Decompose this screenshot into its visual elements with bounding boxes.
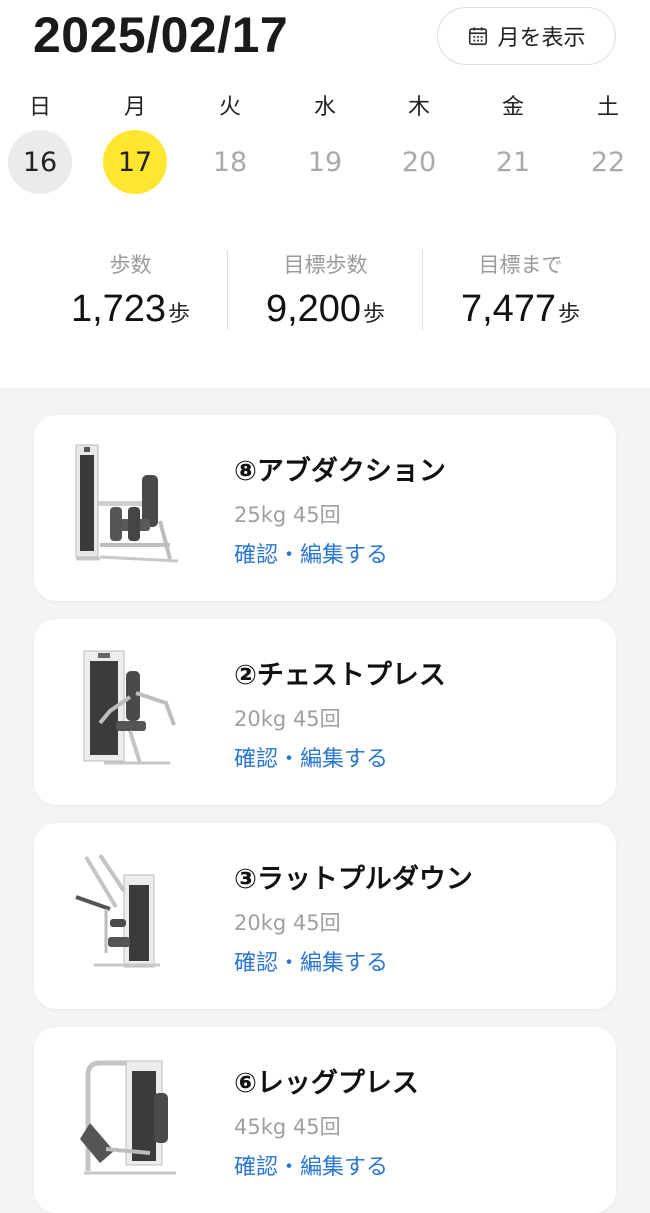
day-tue[interactable]: 火 18 xyxy=(198,92,262,194)
stat-value: 7,477 xyxy=(460,288,557,330)
workout-title: ⑥レッグプレス xyxy=(234,1068,419,1099)
show-month-button[interactable]: 月を表示 xyxy=(437,7,616,65)
day-number: 21 xyxy=(495,146,531,178)
stat-goal-steps: 目標歩数 9,200歩 xyxy=(228,250,423,331)
day-number: 22 xyxy=(590,146,626,178)
show-month-label: 月を表示 xyxy=(497,26,586,51)
calendar-icon xyxy=(469,27,488,46)
day-wed[interactable]: 水 19 xyxy=(293,92,357,194)
step-stats: 歩数 1,723歩 目標歩数 9,200歩 目標まで 7,477歩 xyxy=(0,250,650,332)
view-edit-link[interactable]: 確認・編集する xyxy=(234,1149,388,1181)
workout-title: ③ラットプルダウン xyxy=(234,864,473,895)
view-edit-link[interactable]: 確認・編集する xyxy=(234,537,388,569)
day-fri[interactable]: 金 21 xyxy=(481,92,545,194)
stat-label: 目標歩数 xyxy=(283,253,368,277)
day-of-week-label: 水 xyxy=(313,95,336,120)
stat-label: 目標まで xyxy=(478,253,563,277)
view-edit-link[interactable]: 確認・編集する xyxy=(234,945,388,977)
day-mon[interactable]: 月 17 xyxy=(103,92,167,194)
day-number: 19 xyxy=(307,146,343,178)
day-number: 16 xyxy=(8,130,72,194)
stat-remaining-steps: 目標まで 7,477歩 xyxy=(423,250,618,331)
workout-title: ⑧アブダクション xyxy=(234,456,446,487)
workout-card[interactable]: ⑧アブダクション 25kg 45回 確認・編集する xyxy=(34,415,616,601)
stat-label: 歩数 xyxy=(109,253,152,277)
page-title: 2025/02/17 xyxy=(33,7,289,63)
chest-press-machine-icon xyxy=(83,650,176,765)
day-thu[interactable]: 木 20 xyxy=(387,92,451,194)
header-section: 2025/02/17 月を表示 日 16 月 17 火 18 水 19 木 20… xyxy=(0,0,650,388)
workout-weight-reps: 45kg 45回 xyxy=(234,1115,341,1139)
workout-weight-reps: 20kg 45回 xyxy=(234,707,341,731)
workout-weight-reps: 25kg 45回 xyxy=(234,503,341,527)
day-sat[interactable]: 土 22 xyxy=(576,92,640,194)
day-of-week-label: 木 xyxy=(407,95,430,120)
workout-card[interactable]: ②チェストプレス 20kg 45回 確認・編集する xyxy=(34,619,616,805)
day-of-week-label: 日 xyxy=(28,95,51,120)
workout-title: ②チェストプレス xyxy=(234,660,446,691)
day-number: 20 xyxy=(401,146,437,178)
workout-weight-reps: 20kg 45回 xyxy=(234,911,341,935)
abduction-machine-icon xyxy=(75,444,179,563)
workout-card[interactable]: ⑥レッグプレス 45kg 45回 確認・編集する xyxy=(34,1027,616,1213)
stat-unit: 歩 xyxy=(363,302,386,327)
stat-unit: 歩 xyxy=(558,302,581,327)
day-number: 18 xyxy=(212,146,248,178)
stat-value: 1,723 xyxy=(70,288,167,330)
stat-steps: 歩数 1,723歩 xyxy=(33,250,228,331)
day-number-selected: 17 xyxy=(103,130,167,194)
stat-unit: 歩 xyxy=(168,302,191,327)
view-edit-link[interactable]: 確認・編集する xyxy=(234,741,388,773)
day-of-week-label: 火 xyxy=(218,95,241,120)
leg-press-machine-icon xyxy=(80,1060,176,1175)
lat-pulldown-machine-icon xyxy=(75,853,160,968)
workout-card[interactable]: ③ラットプルダウン 20kg 45回 確認・編集する xyxy=(34,823,616,1009)
day-of-week-label: 金 xyxy=(501,95,524,120)
day-sun[interactable]: 日 16 xyxy=(8,92,72,194)
day-of-week-label: 土 xyxy=(596,95,619,120)
stat-value: 9,200 xyxy=(265,288,362,330)
day-of-week-label: 月 xyxy=(123,95,146,120)
